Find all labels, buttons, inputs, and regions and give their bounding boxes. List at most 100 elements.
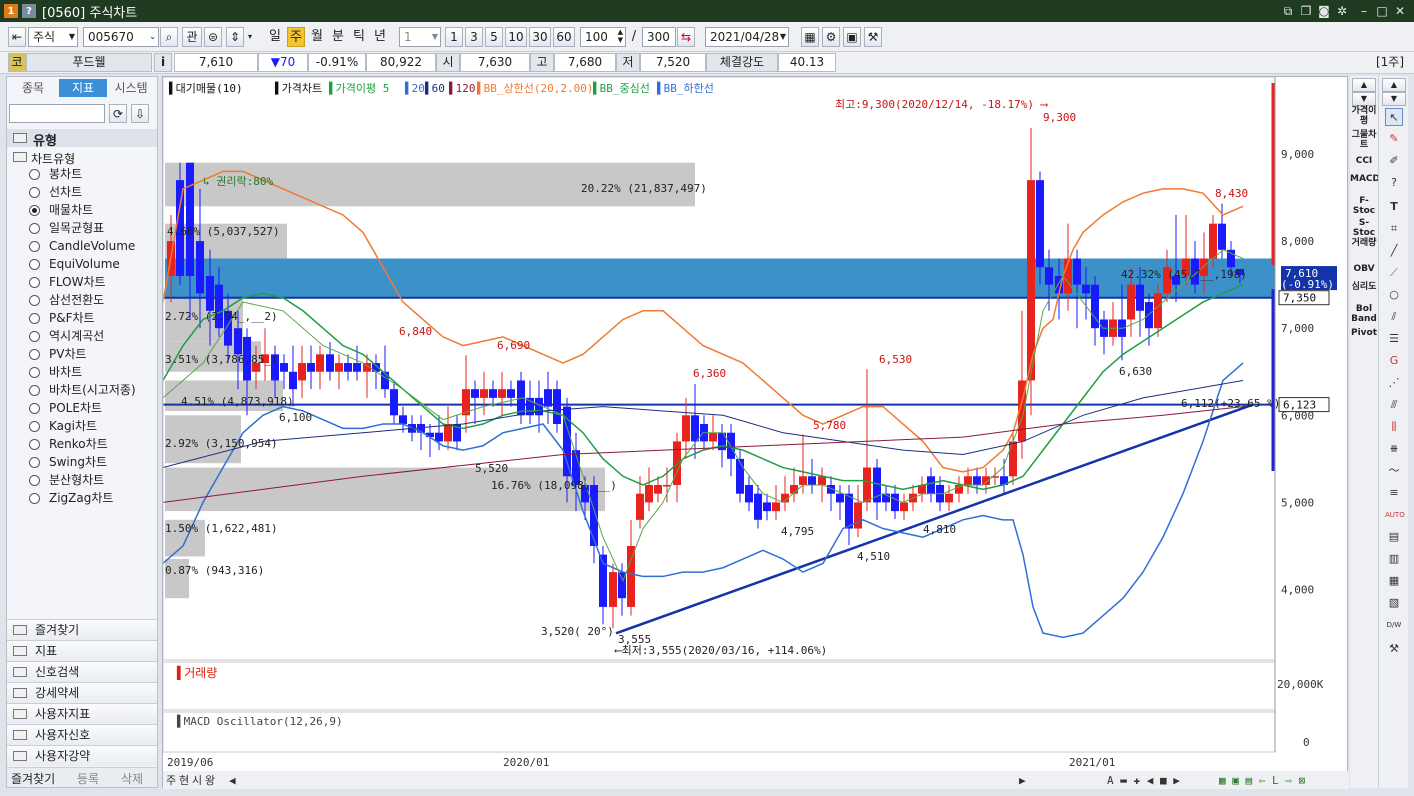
interval-10[interactable]: 10 [505, 27, 527, 47]
updown-icon[interactable]: ⇕ [226, 27, 244, 47]
chart-type-item[interactable]: ZigZag차트 [7, 489, 157, 507]
tab-indicators[interactable]: 지표 [59, 79, 107, 97]
accordion-item[interactable]: 사용자강약 [7, 745, 157, 766]
prev-item-icon[interactable]: ⇤ [8, 27, 26, 47]
refresh-icon[interactable]: ⟳ [109, 104, 127, 123]
radio-icon[interactable] [29, 439, 40, 450]
settings-icon[interactable]: ✲ [1334, 3, 1350, 19]
radio-icon[interactable] [29, 367, 40, 378]
radio-icon[interactable] [29, 421, 40, 432]
channel-icon[interactable]: ⫽ [1385, 308, 1403, 326]
period-day[interactable]: 일 [266, 27, 284, 47]
period-tick[interactable]: 틱 [350, 27, 368, 47]
label-icon[interactable]: ⌗ [1385, 220, 1403, 238]
chart-type-item[interactable]: FLOW차트 [7, 273, 157, 291]
indicator-item[interactable]: Bol Band [1350, 304, 1378, 324]
minimize-icon[interactable]: – [1356, 3, 1372, 19]
scroll-up-icon[interactable]: ▲ [1352, 78, 1376, 92]
code-input[interactable]: 005670 ⌄ [83, 27, 159, 47]
chart-type-item[interactable]: Kagi차트 [7, 417, 157, 435]
accordion-item[interactable]: 사용자지표 [7, 703, 157, 724]
gear-icon[interactable]: ⚙ [822, 27, 840, 47]
chart-type-item[interactable]: 봉차트 [7, 165, 157, 183]
chart-type-item[interactable]: 선차트 [7, 183, 157, 201]
market-select[interactable]: 주식 ▼ [28, 27, 78, 47]
equal-lines-icon[interactable]: ☰ [1385, 330, 1403, 348]
scroll-down-icon[interactable]: ▼ [1382, 92, 1406, 106]
list-icon[interactable]: ▥ [1385, 550, 1403, 568]
barchart-icon[interactable]: ▦ [1385, 572, 1403, 590]
chart-type-item[interactable]: Renko차트 [7, 435, 157, 453]
stock-chart[interactable]: 9,0008,0007,0006,0005,0004,00020,000K0▌거… [162, 76, 1349, 789]
interval-30[interactable]: 30 [529, 27, 551, 47]
candle-icon[interactable]: ▧ [1385, 594, 1403, 612]
chart-type-item[interactable]: 매물차트 [7, 201, 157, 219]
accordion-item[interactable]: 사용자신호 [7, 724, 157, 745]
tab-favorites[interactable]: 즐겨찾기 [11, 770, 55, 787]
radio-icon[interactable] [29, 187, 40, 198]
delete-button[interactable]: 삭제 [121, 770, 143, 787]
chart-type-item[interactable]: 역시계곡선 [7, 327, 157, 345]
maximize-icon[interactable]: □ [1374, 3, 1390, 19]
radio-icon[interactable] [29, 385, 40, 396]
dropdown-small-icon[interactable]: ▾ [245, 27, 255, 47]
chart-type-item[interactable]: EquiVolume [7, 255, 157, 273]
radio-icon[interactable] [29, 493, 40, 504]
radio-icon[interactable] [29, 205, 40, 216]
indicator-item[interactable]: 가격이평 [1350, 106, 1378, 126]
chart-type-item[interactable]: 바차트(시고저종) [7, 381, 157, 399]
radio-icon[interactable] [29, 403, 40, 414]
cursor-icon[interactable]: ↖ [1385, 108, 1403, 126]
chart-type-item[interactable]: CandleVolume [7, 237, 157, 255]
scroll-up-icon[interactable]: ▲ [1382, 78, 1406, 92]
chart-type-item[interactable]: 삼선전환도 [7, 291, 157, 309]
radio-icon[interactable] [29, 277, 40, 288]
line-icon[interactable]: ╱ [1385, 242, 1403, 260]
indicator-item[interactable]: MACD [1350, 174, 1380, 184]
period-minute[interactable]: 분 [329, 27, 347, 47]
chart-type-item[interactable]: PV차트 [7, 345, 157, 363]
interval-select[interactable]: 1 ▼ [399, 27, 441, 47]
help-icon[interactable]: ? [1385, 174, 1403, 192]
wave-icon[interactable]: 〜 [1385, 462, 1403, 480]
daily-icon[interactable]: D/W [1385, 616, 1403, 634]
search-input[interactable] [9, 104, 105, 123]
indicator-item[interactable]: OBV [1350, 264, 1378, 274]
indicator-item[interactable]: 그물차트 [1350, 130, 1378, 150]
chart-type-item[interactable]: P&F차트 [7, 309, 157, 327]
search-icon[interactable]: ⌕ [160, 27, 178, 47]
radio-icon[interactable] [29, 241, 40, 252]
period-week[interactable]: 주 [287, 27, 305, 47]
circle-icon[interactable]: ○ [1385, 286, 1403, 304]
spinner-icon[interactable]: ▲ ▼ [618, 28, 623, 44]
indicator-item[interactable]: CCI [1350, 156, 1378, 166]
table-icon[interactable]: ▦ [801, 27, 819, 47]
wrench-icon[interactable]: ⚒ [1385, 640, 1403, 658]
gwan-button[interactable]: 관 [182, 27, 202, 47]
interval-1[interactable]: 1 [445, 27, 463, 47]
chart-type-item[interactable]: 바차트 [7, 363, 157, 381]
chart-area[interactable]: 9,000 8,000 7,000 6,000 5,000 4,000 20,000K 0 ▌거… [162, 76, 1349, 789]
brush-icon[interactable]: ✐ [1385, 152, 1403, 170]
radio-icon[interactable] [29, 475, 40, 486]
indicator-item[interactable]: 거래량 [1350, 238, 1378, 248]
save-icon[interactable]: ▣ [843, 27, 861, 47]
indicator-item[interactable]: S-Stoc [1350, 218, 1378, 238]
tab-items[interactable]: 종목 [9, 79, 57, 97]
zoom-input[interactable]: 100 ▲ ▼ [580, 27, 626, 47]
radio-icon[interactable] [29, 169, 40, 180]
camera-icon[interactable]: ◙ [1316, 3, 1332, 19]
fan-icon[interactable]: ⋰ [1385, 374, 1403, 392]
date-select[interactable]: 2021/04/28 ▼ [705, 27, 789, 47]
radio-icon[interactable] [29, 259, 40, 270]
interval-60[interactable]: 60 [553, 27, 575, 47]
tools-icon[interactable]: ⚒ [864, 27, 882, 47]
radio-icon[interactable] [29, 349, 40, 360]
ray-icon[interactable]: ⟋ [1385, 264, 1403, 282]
radio-icon[interactable] [29, 457, 40, 468]
radio-icon[interactable] [29, 313, 40, 324]
cycle-icon[interactable]: ⫼ [1385, 418, 1403, 436]
period-month[interactable]: 월 [308, 27, 326, 47]
chart-type-item[interactable]: POLE차트 [7, 399, 157, 417]
total-input[interactable]: 300 [642, 27, 676, 47]
